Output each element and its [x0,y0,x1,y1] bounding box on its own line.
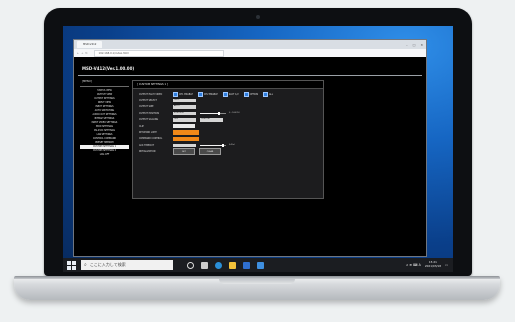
checkbox-option[interactable]: CH2 ENABLE [197,91,218,97]
orange-input-field[interactable] [173,136,199,142]
settings-row-label: OUTPUT POSITION [139,111,160,115]
slider-handle[interactable] [222,143,225,148]
checkbox[interactable] [262,91,268,97]
notification-icon[interactable]: ▭ [445,263,448,267]
laptop-lid: MSD-V412 – □ ✕ ←→↻ 192.168.0.1/index.htm… [44,8,472,276]
checkbox-label: OPTION [249,92,258,96]
slider-value-box[interactable]: POSITION [173,111,196,116]
window-controls: – □ ✕ [406,40,423,49]
slider-unit: 0-9(s) [229,144,235,147]
windows-taskbar: ⌕ ここに入力して検索 ∧ ⊕ ⌨ A 15:21 2021/03/18 ▭ [63,258,453,272]
taskbar-pinned-apps [187,261,264,269]
settings-panel-title: [ CUSTOM SETTINGS 1 ] [133,81,323,89]
checkbox-option[interactable]: OPTION [243,91,258,97]
settings-row-label: INITIALIZATION [139,150,156,154]
tray-icons[interactable]: ∧ ⊕ ⌨ A [406,263,421,267]
menu-header: [MENU] [80,80,129,87]
store-icon[interactable] [243,261,250,269]
settings-button[interactable]: CLEAR [199,148,221,155]
checkbox[interactable] [173,91,178,97]
desktop-screen: MSD-V412 – □ ✕ ←→↻ 192.168.0.1/index.htm… [63,26,453,272]
browser-tab[interactable]: MSD-V412 [77,41,103,48]
lid-opening-notch [219,279,295,284]
file-explorer-icon[interactable] [229,261,236,269]
slider-value-box[interactable] [173,143,196,148]
browser-tab-label: MSD-V412 [83,43,97,46]
clock[interactable]: 15:21 2021/03/18 [425,261,441,268]
windows-start-icon[interactable] [67,260,76,270]
maximize-button[interactable]: □ [413,43,416,47]
edge-icon[interactable] [215,261,222,269]
clock-date: 2021/03/18 [424,264,441,268]
checkbox-label: CH2 ENABLE [203,92,218,96]
cortana-icon[interactable] [187,261,194,269]
checkbox[interactable] [222,91,228,97]
page-title: MSD-V412(Ver.1.00.00) [82,66,135,71]
system-tray: ∧ ⊕ ⌨ A 15:21 2021/03/18 ▭ [406,258,448,272]
settings-row: INITIALIZATION SET CLEAR [139,148,319,155]
settings-row-label: OUTPUT SIZE [139,105,154,109]
dropdown-select[interactable]: OFF [173,117,196,122]
checkbox-option[interactable]: CH1 ENABLE [173,91,193,97]
dropdown-select-secondary[interactable]: CUSTOM [200,117,223,122]
slider-fill [200,144,224,147]
settings-rows: OUTPUT EACH VIDEO CH1 ENABLE CH2 ENABLE SLO… [139,91,319,155]
taskbar-search[interactable]: ⌕ ここに入力して検索 [81,260,173,270]
slider-unit: 0 : 100(%) [229,112,240,115]
settings-panel: [ CUSTOM SETTINGS 1 ] OUTPUT EACH VIDEO C… [132,80,324,199]
checkbox-label: ALL [268,92,273,96]
tab-bar: MSD-V412 – □ ✕ [74,40,426,49]
settings-row-label: OUTPUT EACH VIDEO [139,92,163,96]
checkbox[interactable] [243,91,249,97]
laptop-base [14,276,500,300]
side-menu: STATUS VIEW OUTPUT VIEW OUTPUT SETTINGS INP… [80,89,129,157]
checkbox-option[interactable]: ALL [262,91,273,97]
dropdown-select[interactable]: AUTO [173,105,196,109]
web-page: MSD-V412(Ver.1.00.00) [MENU] STATUS VIEW… [74,57,426,256]
checkbox-group: CH1 ENABLE CH2 ENABLE SLOT 1/2 OPTION ALL [173,91,273,97]
settings-row-label: OUTPUT SELECT [139,99,157,103]
checkbox[interactable] [197,91,203,97]
taskbar-search-placeholder: ここに入力して検索 [89,262,126,267]
slider-fill [200,112,219,115]
settings-button[interactable]: SET [173,148,195,155]
dropdown-select[interactable]: OUT1 [173,98,196,103]
orange-input-field[interactable] [173,130,199,135]
mail-icon[interactable] [257,261,264,269]
url-field[interactable]: 192.168.0.1/index.html [93,49,224,57]
slider-handle[interactable] [217,111,220,116]
checkbox-option[interactable]: SLOT 1/2 [222,91,239,97]
minimize-button[interactable]: – [406,43,408,47]
webcam [256,15,260,19]
settings-row-label: KEYWORD LIMIT [139,131,157,135]
task-view-icon[interactable] [201,261,208,269]
settings-row-label: ACK TIMEOUT [139,143,155,147]
checkbox-label: SLOT 1/2 [228,92,239,96]
menu-item[interactable]: LOG OFF [80,153,129,157]
text-input-field[interactable] [173,124,195,128]
settings-row-label: CLIP [139,124,144,128]
browser-window: MSD-V412 – □ ✕ ←→↻ 192.168.0.1/index.htm… [73,39,427,257]
close-button[interactable]: ✕ [420,43,423,47]
slider-track[interactable] [200,143,226,148]
search-icon: ⌕ [84,262,87,268]
nav-arrows-icon[interactable]: ←→↻ [77,52,90,55]
title-divider [78,75,422,76]
checkbox-label: CH1 ENABLE [179,92,193,96]
slider-track[interactable] [200,111,226,116]
settings-row-label: COMMAND CONTROL [139,137,163,141]
settings-row-label: OUTPUT SCALING [139,118,159,122]
